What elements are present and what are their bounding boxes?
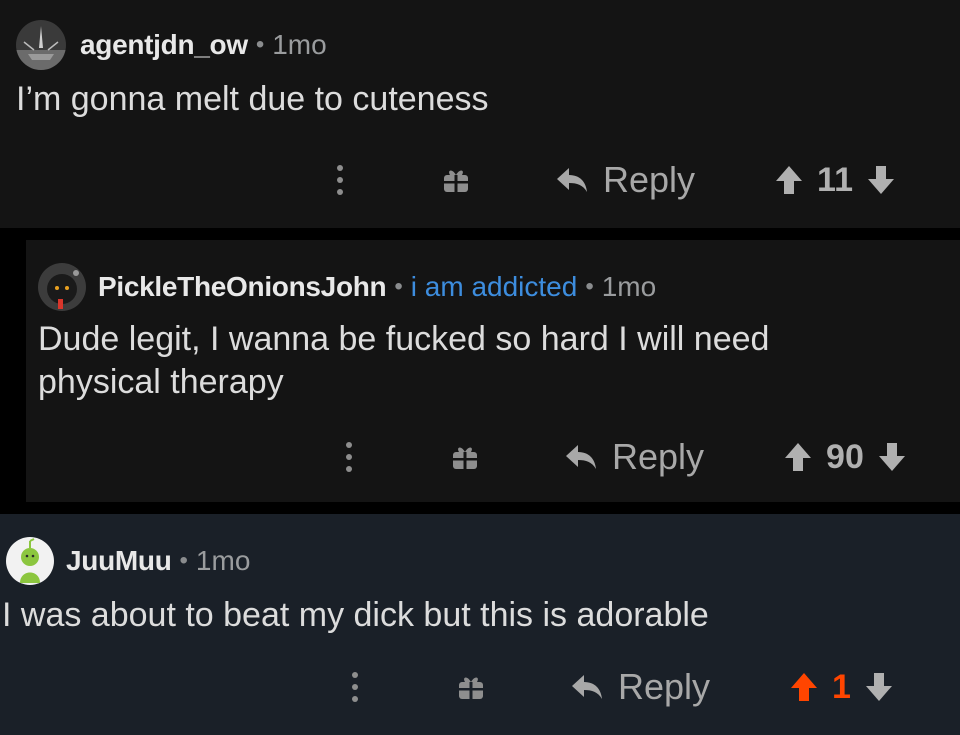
avatar[interactable]: [6, 537, 54, 585]
upvote-arrow-icon[interactable]: [784, 441, 812, 473]
comment-actions: Reply 90: [334, 432, 906, 482]
separator-dot: •: [179, 547, 188, 574]
reply-button[interactable]: Reply: [564, 436, 704, 478]
vote-count: 1: [832, 667, 851, 706]
username[interactable]: agentjdn_ow: [80, 29, 248, 61]
timestamp: 1mo: [601, 271, 657, 302]
downvote-arrow-icon[interactable]: [865, 671, 893, 703]
downvote-arrow-icon[interactable]: [878, 441, 906, 473]
reply-arrow-icon: [572, 675, 602, 699]
separator-dot: •: [255, 31, 265, 58]
more-options-button[interactable]: [325, 155, 355, 205]
more-options-button[interactable]: [334, 432, 364, 482]
reply-button[interactable]: Reply: [570, 666, 710, 708]
more-vertical-icon: [352, 672, 358, 702]
reply-label: Reply: [603, 159, 696, 200]
vote-count: 90: [826, 437, 864, 476]
gift-icon: [459, 677, 483, 699]
more-vertical-icon: [337, 165, 343, 195]
reply-label: Reply: [618, 666, 711, 707]
comment-body: I’m gonna melt due to cuteness: [16, 80, 489, 118]
separator-dot: •: [585, 273, 594, 300]
reply-arrow-icon: [566, 445, 596, 469]
avatar[interactable]: [16, 20, 66, 70]
more-options-button[interactable]: [340, 662, 370, 712]
username[interactable]: PickleTheOnionsJohn: [98, 271, 387, 303]
upvote-arrow-icon[interactable]: [775, 164, 803, 196]
comment-actions: Reply 11: [325, 155, 895, 205]
upvote-arrow-icon[interactable]: [790, 671, 818, 703]
vote-count: 11: [817, 160, 853, 199]
comment: agentjdn_ow • 1mo I’m gonna melt due to …: [0, 0, 960, 228]
vote-control: 90: [784, 438, 906, 477]
comment-actions: Reply 1: [340, 662, 893, 712]
downvote-arrow-icon[interactable]: [867, 164, 895, 196]
comment-header: PickleTheOnionsJohn • i am addicted • 1m…: [38, 262, 656, 312]
reply-arrow-icon: [557, 168, 587, 192]
user-flair: i am addicted: [410, 271, 578, 302]
vote-control: 11: [775, 161, 895, 200]
gift-icon: [444, 170, 468, 192]
comment: JuuMuu • 1mo I was about to beat my dick…: [0, 514, 960, 735]
comment-header: agentjdn_ow • 1mo: [16, 20, 327, 70]
separator-dot: •: [394, 273, 403, 300]
comment-body: I was about to beat my dick but this is …: [2, 596, 709, 634]
award-button[interactable]: [456, 662, 486, 712]
reply-button[interactable]: Reply: [555, 159, 695, 201]
award-button[interactable]: [441, 155, 471, 205]
comment-feed: agentjdn_ow • 1mo I’m gonna melt due to …: [0, 0, 960, 735]
username[interactable]: JuuMuu: [66, 545, 172, 577]
comment-reply: PickleTheOnionsJohn • i am addicted • 1m…: [26, 240, 960, 502]
reply-label: Reply: [612, 436, 705, 477]
comment-body: Dude legit, I wanna be fucked so hard I …: [38, 320, 770, 401]
timestamp: 1mo: [272, 29, 327, 60]
gift-icon: [453, 447, 477, 469]
award-button[interactable]: [450, 432, 480, 482]
avatar[interactable]: [38, 263, 86, 311]
vote-control: 1: [790, 668, 893, 707]
comment-header: JuuMuu • 1mo: [6, 536, 250, 586]
timestamp: 1mo: [195, 545, 251, 576]
more-vertical-icon: [346, 442, 352, 472]
